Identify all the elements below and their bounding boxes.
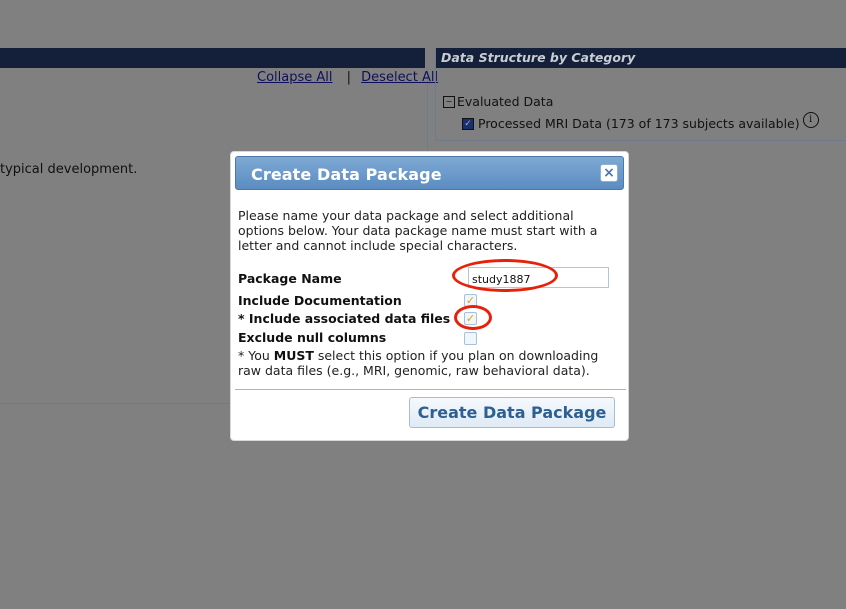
tree-node-label: Evaluated Data — [457, 94, 554, 109]
dialog-footnote: * You MUST select this option if you pla… — [238, 348, 622, 378]
include-documentation-label: Include Documentation — [238, 293, 402, 308]
link-separator: | — [346, 70, 352, 85]
data-structure-panel-title: Data Structure by Category — [436, 48, 846, 68]
study-description: typical development. — [0, 162, 138, 177]
footnote-prefix: * You — [238, 348, 274, 363]
dialog-intro-text: Please name your data package and select… — [238, 208, 598, 253]
annotation-circle-associated-files — [454, 305, 492, 330]
dialog-titlebar: Create Data Package × — [235, 156, 624, 190]
dialog-divider — [235, 389, 626, 390]
tree-checkbox[interactable]: ✓ — [462, 117, 474, 130]
close-icon: × — [603, 165, 615, 181]
dialog-title: Create Data Package — [251, 165, 442, 184]
close-button[interactable]: × — [600, 164, 618, 182]
include-associated-files-label: * Include associated data files — [238, 311, 451, 326]
tree-node-processed-mri-data[interactable]: ✓ Processed MRI Data (173 of 173 subject… — [462, 111, 819, 131]
collapse-all-link[interactable]: Collapse All — [257, 70, 333, 85]
check-icon: ✓ — [464, 118, 472, 129]
deselect-all-link[interactable]: Deselect All — [361, 70, 438, 85]
tree-actions: Collapse All | Deselect All — [257, 70, 438, 85]
annotation-circle-package-name — [452, 259, 558, 292]
create-data-package-dialog: Create Data Package × Please name your d… — [230, 151, 629, 441]
tree-node-evaluated-data[interactable]: − Evaluated Data — [443, 94, 553, 109]
create-data-package-button[interactable]: Create Data Package — [409, 397, 615, 428]
info-icon[interactable]: i — [802, 111, 819, 128]
tree-node-label: Processed MRI Data (173 of 173 subjects … — [478, 116, 800, 131]
left-panel-header-bar — [0, 48, 425, 68]
exclude-null-columns-checkbox[interactable] — [464, 332, 477, 345]
collapse-toggle-icon[interactable]: − — [443, 95, 455, 108]
exclude-null-columns-label: Exclude null columns — [238, 330, 387, 345]
data-structure-panel: Data Structure by Category − Evaluated D… — [435, 48, 846, 141]
package-name-label: Package Name — [238, 271, 342, 286]
footnote-emphasis: MUST — [273, 348, 314, 363]
